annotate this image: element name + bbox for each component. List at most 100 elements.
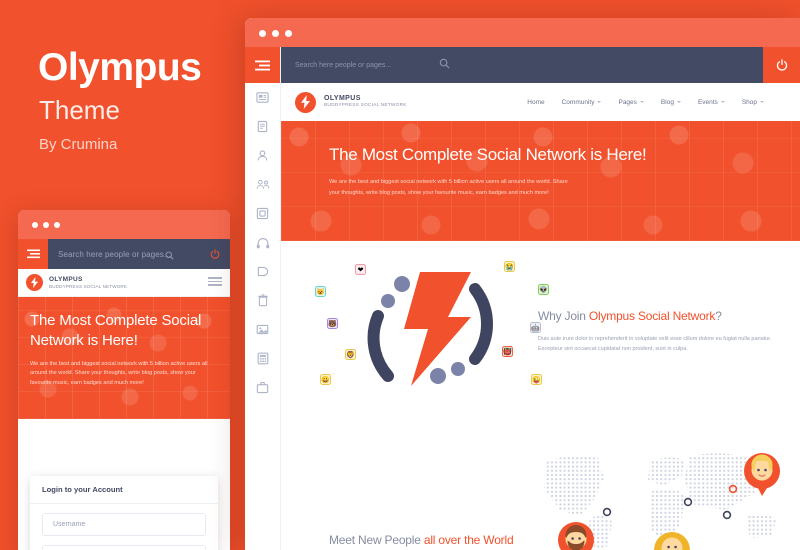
- emoji-lion: 🦁: [345, 349, 356, 360]
- browser-window: Search here people or pages... OLYMPUS B…: [245, 18, 800, 550]
- site-navbar: OLYMPUS BUDDYPRESS SOCIAL NETWORK Home C…: [281, 83, 800, 121]
- nav-item-home[interactable]: Home: [527, 99, 544, 106]
- logo-tagline: BUDDYPRESS SOCIAL NETWORK: [324, 103, 407, 109]
- window-dot-minimize[interactable]: [272, 30, 279, 37]
- login-card-title: Login to your Account: [30, 476, 218, 504]
- dotted-world-map: [538, 440, 800, 550]
- power-icon[interactable]: [763, 47, 800, 83]
- window-dot-maximize[interactable]: [54, 222, 60, 228]
- nav-item-pages[interactable]: Pages: [618, 99, 644, 106]
- why-join-paragraph: Duis aute irure dolor in reprehenderit i…: [538, 336, 772, 353]
- window-dot-maximize[interactable]: [285, 30, 292, 37]
- sidebar-item-image-icon[interactable]: [245, 315, 280, 344]
- sidebar-item-user-icon[interactable]: [245, 141, 280, 170]
- emoji-alien: 👽: [538, 284, 549, 295]
- emoji-wink: 😜: [531, 374, 542, 385]
- hero-paragraph: We are the best and biggest social netwo…: [329, 179, 568, 196]
- page-author: By Crumina: [39, 136, 118, 153]
- meet-people-heading: Meet New People all over the World: [329, 533, 569, 547]
- bolt-graphic: [367, 272, 494, 386]
- emoji-heart: ❤: [355, 264, 366, 275]
- mobile-hero-paragraph: We are the best and biggest social netwo…: [30, 360, 208, 386]
- login-card: Login to your Account Username Your Pass…: [30, 476, 218, 550]
- hamburger-menu-icon[interactable]: [245, 47, 280, 83]
- password-field[interactable]: Your Password: [42, 545, 206, 550]
- window-dot-close[interactable]: [32, 222, 38, 228]
- browser-body: Search here people or pages... OLYMPUS B…: [245, 47, 800, 550]
- hamburger-menu-icon[interactable]: [18, 239, 48, 269]
- emoji-cat: 😺: [315, 286, 326, 297]
- chevron-down-icon: [720, 101, 725, 103]
- page-content: Search here people or pages... OLYMPUS B…: [281, 47, 800, 550]
- nav-label: Home: [527, 98, 545, 106]
- emoji-cry: 😭: [504, 261, 515, 272]
- meet-people-heading-accent: all over the World: [423, 533, 514, 547]
- emoji-devil: 👹: [502, 346, 513, 357]
- power-icon[interactable]: [200, 239, 230, 269]
- nav-label: Community: [561, 98, 595, 106]
- emoji-bear: 🐻: [327, 318, 338, 329]
- search-placeholder: Search here people or pages...: [58, 249, 171, 259]
- logo-name: OLYMPUS: [49, 276, 83, 284]
- username-field[interactable]: Username: [42, 513, 206, 536]
- mobile-logo-bar: OLYMPUS BUDDYPRESS SOCIAL NETWORK: [18, 269, 230, 297]
- lightning-bolt-icon[interactable]: [26, 274, 43, 291]
- nav-item-shop[interactable]: Shop: [742, 99, 764, 106]
- hero-section: The Most Complete Social Network is Here…: [281, 121, 800, 241]
- avatar-pin-beard: [558, 522, 594, 550]
- chevron-down-icon: [639, 101, 644, 103]
- marker-dot: [722, 510, 732, 520]
- mobile-logo-text: OLYMPUS BUDDYPRESS SOCIAL NETWORK: [49, 276, 127, 289]
- search-input[interactable]: Search here people or pages...: [48, 239, 200, 269]
- mobile-search-bar: Search here people or pages...: [18, 239, 230, 269]
- sidebar-item-video-play-icon[interactable]: [245, 257, 280, 286]
- mobile-hero-heading: The Most Complete Social Network is Here…: [30, 312, 202, 349]
- meet-people-heading-plain: Meet New People: [329, 533, 424, 547]
- window-dot-close[interactable]: [259, 30, 266, 37]
- window-dot-minimize[interactable]: [43, 222, 49, 228]
- search-icon[interactable]: [165, 247, 174, 265]
- top-search-bar: Search here people or pages...: [281, 47, 800, 83]
- page-subtitle: Theme: [39, 95, 120, 125]
- nav-item-events[interactable]: Events: [698, 99, 725, 106]
- nav-label: Blog: [660, 98, 674, 106]
- menu-lines-icon[interactable]: [208, 277, 222, 288]
- nav-item-blog[interactable]: Blog: [661, 99, 681, 106]
- logo-tagline: BUDDYPRESS SOCIAL NETWORK: [49, 283, 128, 289]
- hero-heading: The Most Complete Social Network is Here…: [329, 145, 647, 164]
- marker-dot: [683, 497, 693, 507]
- nav-menu: Home Community Pages Blog Events Shop: [527, 99, 786, 106]
- sidebar-item-document-icon[interactable]: [245, 112, 280, 141]
- lightning-bolt-icon[interactable]: [295, 91, 316, 113]
- sidebar-item-briefcase-icon[interactable]: [245, 373, 280, 402]
- emoji-smile: 😀: [320, 374, 331, 385]
- mobile-mockup: Search here people or pages... OLYMPUS B…: [18, 210, 230, 550]
- marker-dot: [602, 507, 612, 517]
- why-join-heading-plain: Why Join: [538, 309, 589, 323]
- username-placeholder: Username: [53, 521, 86, 528]
- sidebar-item-group-icon[interactable]: [245, 170, 280, 199]
- chevron-down-icon: [760, 101, 764, 103]
- mobile-hero-section: The Most Complete Social Network is Here…: [18, 297, 230, 419]
- why-join-heading: Why Join Olympus Social Network?: [538, 309, 790, 323]
- site-logo-text: OLYMPUS BUDDYPRESS SOCIAL NETWORK: [324, 95, 407, 109]
- why-join-heading-accent: Olympus Social Network: [588, 309, 716, 323]
- why-join-section: Why Join Olympus Social Network? Duis au…: [538, 309, 800, 354]
- sidebar-item-photo-frame-icon[interactable]: [245, 199, 280, 228]
- sidebar-item-calculator-icon[interactable]: [245, 344, 280, 373]
- nav-item-community[interactable]: Community: [562, 99, 602, 106]
- mobile-window-titlebar: [18, 210, 230, 239]
- why-join-heading-tail: ?: [715, 309, 722, 323]
- nav-label: Events: [697, 98, 718, 106]
- sidebar-item-trash-icon[interactable]: [245, 286, 280, 315]
- chevron-down-icon: [597, 101, 602, 103]
- search-input[interactable]: Search here people or pages...: [295, 62, 391, 69]
- search-icon[interactable]: [439, 56, 450, 74]
- sidebar-item-newsfeed-icon[interactable]: [245, 83, 280, 112]
- page-title: Olympus: [38, 46, 202, 89]
- meet-people-section: Meet New People all over the World Duis …: [329, 533, 569, 550]
- world-map-graphic: [544, 453, 780, 550]
- promo-panel: Olympus Theme By Crumina Search here peo…: [0, 0, 245, 550]
- sidebar-item-headphones-icon[interactable]: [245, 228, 280, 257]
- nav-label: Shop: [741, 98, 757, 106]
